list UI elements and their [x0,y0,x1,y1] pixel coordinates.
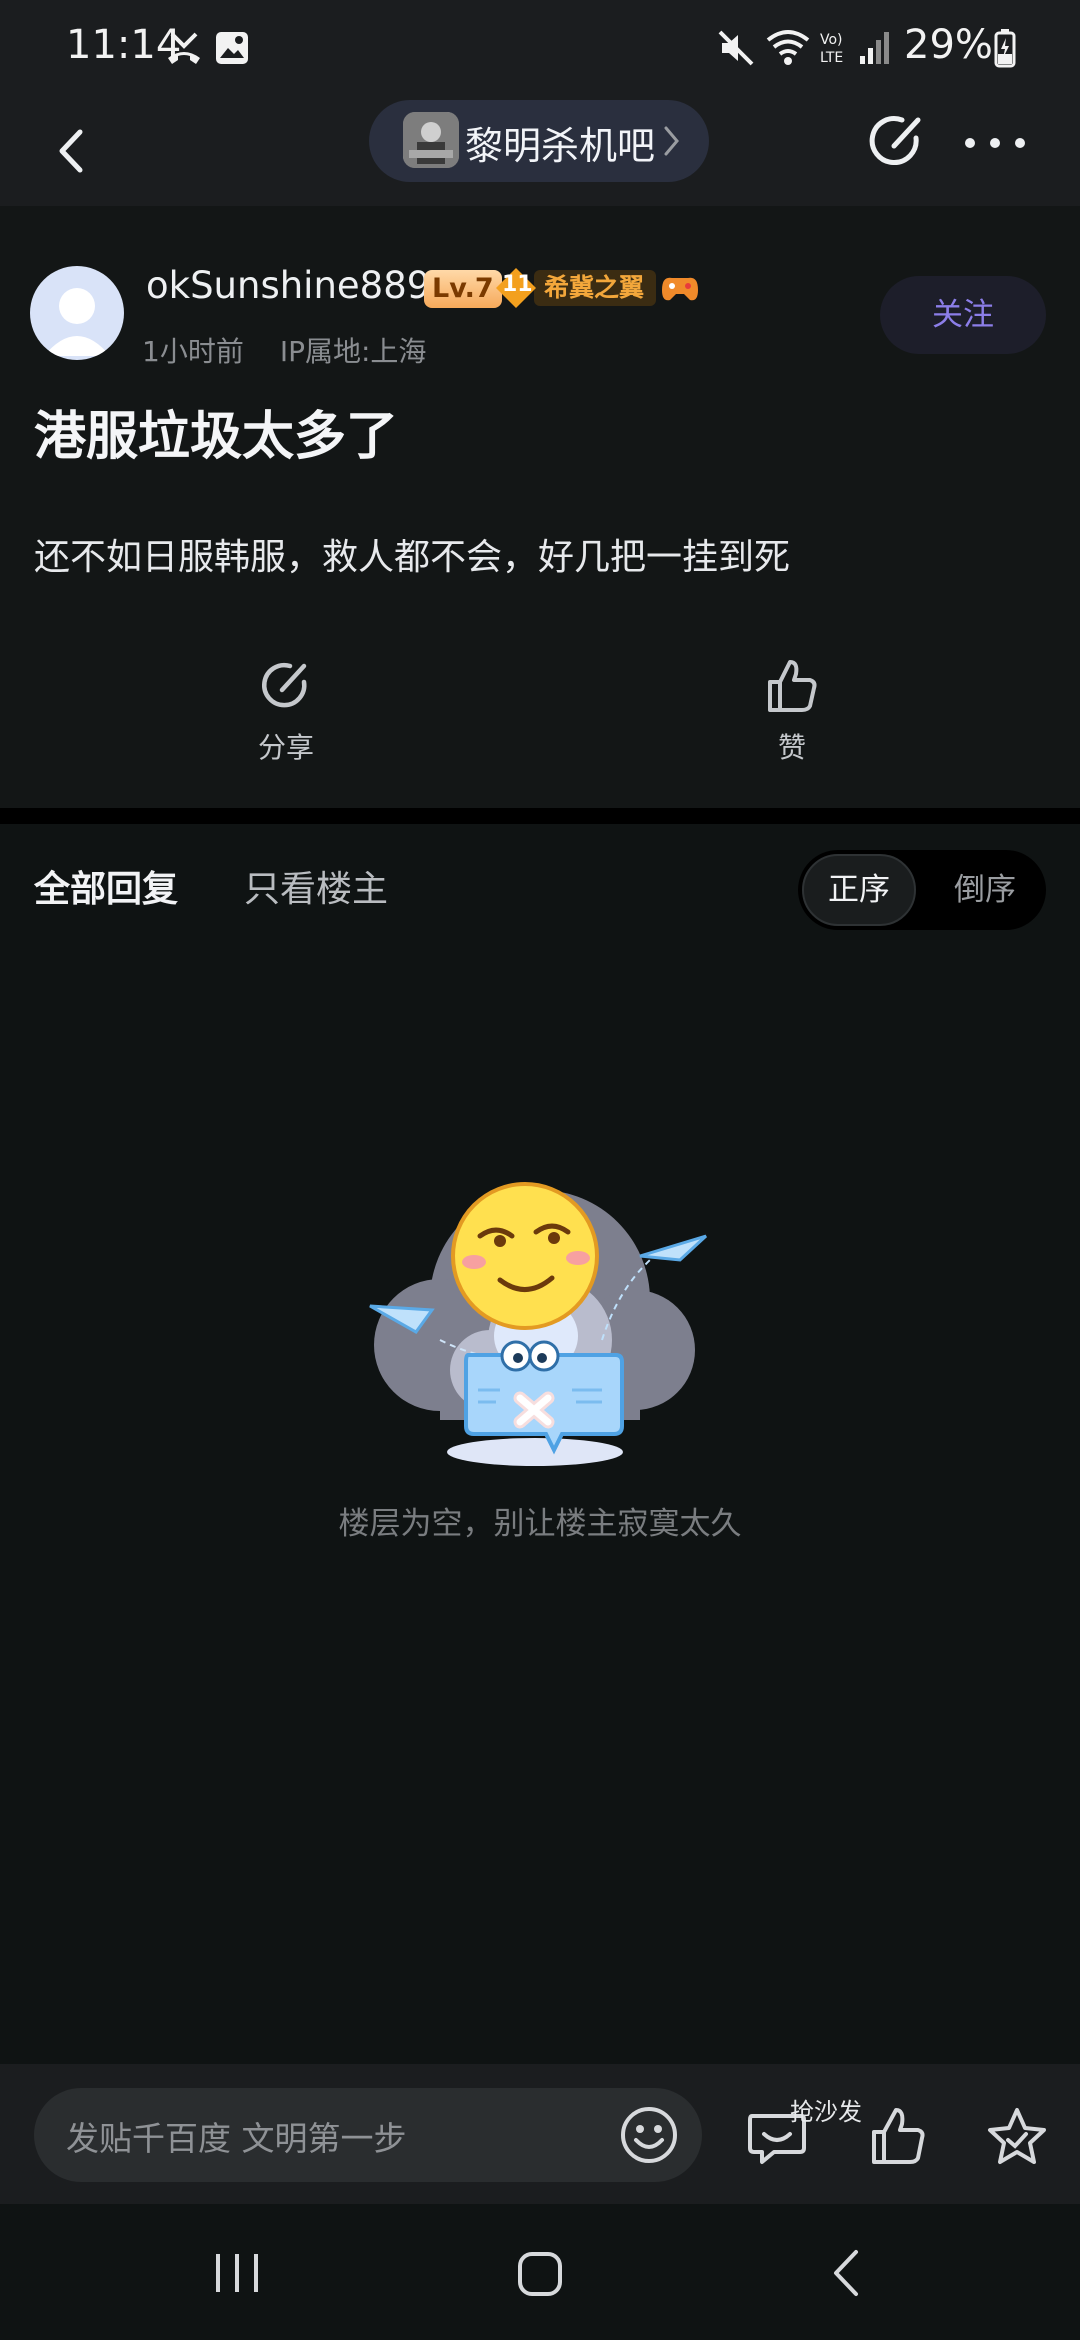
share-icon[interactable] [866,110,930,174]
sort-toggle: 正序 倒序 [798,850,1046,930]
tab-all-replies[interactable]: 全部回复 [34,860,178,912]
reply-input[interactable]: 发贴千百度 文明第一步 [34,2088,702,2182]
section-divider [0,808,1080,824]
battery-percent: 29% [904,22,993,68]
forum-avatar [403,112,459,168]
share-label: 分享 [257,731,314,764]
wifi-icon [766,30,810,65]
reply-input-placeholder: 发贴千百度 文明第一步 [66,2119,407,2158]
emoji-icon[interactable] [616,2102,682,2168]
thumbs-up-icon [768,660,817,712]
signal-icon [860,32,889,64]
svg-text:LTE: LTE [820,50,843,66]
wing-badge-level: 11 [502,272,533,297]
avatar[interactable] [30,266,124,360]
volte-icon: Vo) LTE [820,32,843,66]
battery-charging-icon [994,29,1016,68]
follow-button[interactable]: 关注 [880,276,1046,354]
gallery-icon [216,32,248,64]
recent-apps-icon[interactable] [212,2250,262,2296]
home-icon[interactable] [516,2250,564,2298]
missed-call-icon [168,32,200,64]
post-body: 还不如日服韩服，救人都不会，好几把一挂到死 [34,537,791,578]
like-action[interactable]: 赞 [732,656,852,766]
post-meta: 1小时前 IP属地:上海 [142,330,426,370]
post-time: 1小时前 [142,335,244,368]
system-nav-bar [0,2204,1080,2340]
ip-location: IP属地:上海 [279,335,427,368]
more-icon[interactable] [960,118,1030,168]
post-title: 港服垃圾太多了 [34,407,399,467]
username[interactable]: okSunshine889 [146,264,430,307]
svg-text:Vo): Vo) [820,32,843,48]
thumbs-up-icon[interactable] [866,2104,932,2170]
like-label: 赞 [777,731,806,764]
sort-descending-button[interactable]: 倒序 [928,854,1042,926]
game-badge-icon [662,277,698,301]
empty-state-message: 楼层为空，别让楼主寂寞太久 [338,1506,742,1542]
sofa-label: 抢沙发 [790,2098,862,2126]
tab-host-only[interactable]: 只看楼主 [244,860,388,912]
composer-bar: 发贴千百度 文明第一步 抢沙发 [0,2064,1080,2204]
post-card: okSunshine889 Lv.7 希冀之翼 11 1小时前 IP属地:上海 关… [0,206,1080,808]
favorite-star-icon[interactable] [984,2104,1050,2170]
forum-pill[interactable]: 黎明杀机吧 [369,100,709,182]
status-bar: 11:14 Vo) LTE 29% [0,0,1080,100]
share-icon [262,662,307,708]
level-badge: Lv.7 [424,270,502,308]
top-nav: 黎明杀机吧 [0,100,1080,206]
empty-state-illustration [369,1182,708,1466]
mute-icon [718,30,754,66]
sort-ascending-button[interactable]: 正序 [802,854,916,926]
share-action[interactable]: 分享 [226,656,346,766]
wing-badge-name: 希冀之翼 [534,270,657,306]
forum-name: 黎明杀机吧 [465,124,656,168]
reply-tabs: 全部回复 只看楼主 正序 倒序 [0,824,1080,964]
back-icon[interactable] [40,114,114,188]
chevron-right-icon [664,126,679,156]
system-back-icon[interactable] [826,2248,866,2298]
